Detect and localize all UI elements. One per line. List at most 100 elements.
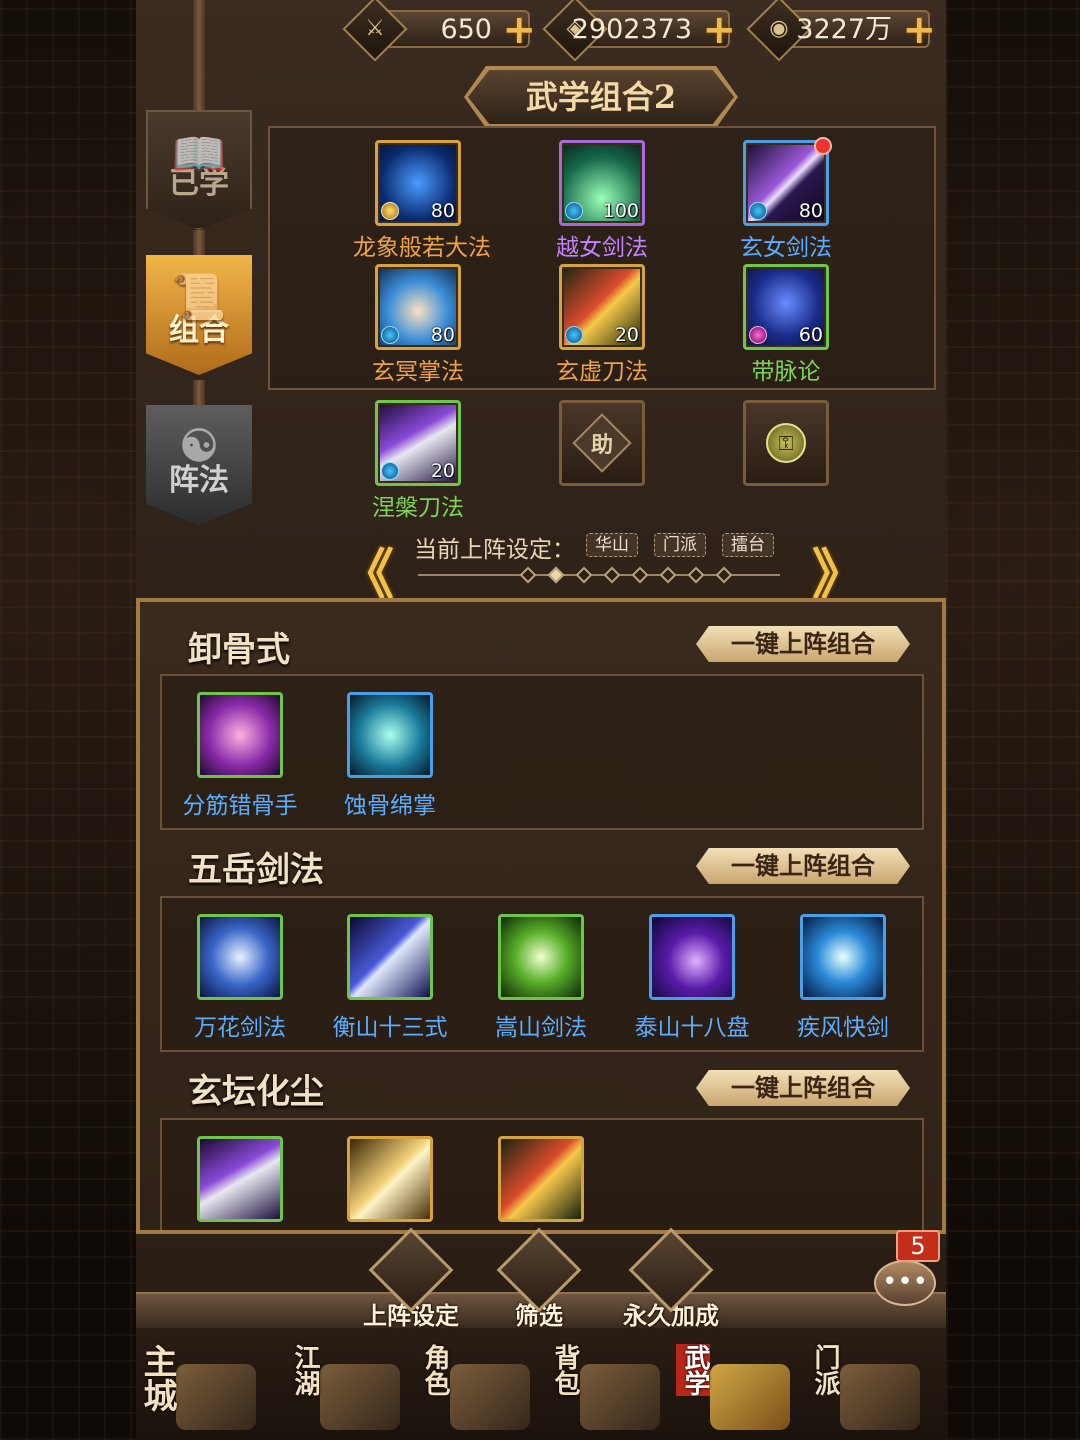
blade-skill-icon: 20 xyxy=(559,264,645,350)
group-skill[interactable]: 嵩山剑法 xyxy=(471,914,611,1042)
blade-skill-icon xyxy=(498,1136,584,1222)
scroll-icon: 📜 xyxy=(171,272,227,323)
chat-button[interactable]: ••• 5 xyxy=(870,1230,940,1310)
group-title: 玄坛化尘 xyxy=(188,1072,324,1112)
group-title: 五岳剑法 xyxy=(188,850,324,890)
sword-skill-icon: 80 xyxy=(743,137,832,226)
skill-name: 万花剑法 xyxy=(194,1015,286,1041)
palm-skill-icon: 80 xyxy=(375,264,461,350)
gem-icon xyxy=(565,326,583,344)
assist-label: 助 xyxy=(590,431,614,458)
blade-skill-icon xyxy=(347,1136,433,1222)
coin-counter[interactable]: ◈ 2902373 + xyxy=(542,0,736,62)
skill-name: 玄女剑法 xyxy=(740,235,832,261)
permanent-bonus-button[interactable]: 永久加成 xyxy=(616,1227,726,1331)
bag-icon xyxy=(580,1364,660,1430)
group-skill[interactable]: 泰山十八盘 xyxy=(622,914,762,1042)
setting-tag-arena: 擂台 xyxy=(722,533,774,557)
add-coin-button[interactable]: + xyxy=(702,10,736,50)
chat-unread-badge: 5 xyxy=(896,1230,940,1262)
hand-skill-icon xyxy=(197,692,283,778)
nav-martial-arts[interactable]: 武学 xyxy=(670,1340,800,1440)
palm-skill-icon xyxy=(347,692,433,778)
add-token-button[interactable]: + xyxy=(502,10,536,50)
tab-combo[interactable]: 📜 组合 xyxy=(146,255,252,375)
combo-slot-5[interactable]: 20 玄虚刀法 xyxy=(537,264,667,386)
tab-rope xyxy=(193,0,205,120)
gem-icon xyxy=(381,202,399,220)
banner-icon xyxy=(320,1364,400,1430)
sword-skill-icon xyxy=(649,914,735,1000)
skill-name: 分筋错骨手 xyxy=(182,793,298,819)
setting-tag-huashan: 华山 xyxy=(586,533,638,557)
group-skill-box: 万花剑法 衡山十三式 嵩山剑法 泰山十八盘 疾风快剑 xyxy=(160,896,924,1052)
silver-counter[interactable]: ◉ 3227万 + xyxy=(746,0,936,62)
group-skill[interactable]: 万花剑法 xyxy=(170,914,310,1042)
skill-name: 带脉论 xyxy=(751,359,821,385)
one-click-deploy-button[interactable]: 一键上阵组合 xyxy=(696,848,910,884)
combo-slot-3[interactable]: 80 玄女剑法 xyxy=(721,137,851,262)
group-title: 卸骨式 xyxy=(188,630,290,670)
nav-main-city[interactable]: 主城 xyxy=(136,1340,266,1440)
skill-name: 龙象般若大法 xyxy=(353,235,491,261)
tab-array[interactable]: ☯ 阵法 xyxy=(146,405,252,525)
chat-icon: ••• xyxy=(874,1260,936,1306)
group-skill[interactable] xyxy=(471,1136,611,1222)
martial-scroll-icon xyxy=(710,1364,790,1430)
deploy-setting-button[interactable]: 上阵设定 xyxy=(356,1227,466,1331)
gem-icon xyxy=(565,202,583,220)
skill-name: 蚀骨绵掌 xyxy=(344,793,436,819)
sword-skill-icon xyxy=(347,914,433,1000)
group-skill[interactable] xyxy=(320,1136,460,1222)
group-skill[interactable]: 疾风快剑 xyxy=(773,914,913,1042)
combo-slot-4[interactable]: 80 玄冥掌法 xyxy=(353,264,483,386)
filter-button[interactable]: 筛选 xyxy=(484,1227,594,1331)
notification-dot xyxy=(814,137,832,155)
assist-slot[interactable]: 助 xyxy=(559,400,645,486)
skill-name: 嵩山剑法 xyxy=(495,1015,587,1041)
skill-name: 玄虚刀法 xyxy=(556,359,648,385)
combo-slot-6[interactable]: 60 带脉论 xyxy=(721,264,851,386)
token-counter[interactable]: ⚔ 650 + xyxy=(342,0,536,62)
city-gate-icon xyxy=(176,1364,256,1430)
gem-icon xyxy=(749,326,767,344)
sword-skill-icon xyxy=(197,914,283,1000)
skill-name: 泰山十八盘 xyxy=(634,1015,750,1041)
group-skill[interactable]: 衡山十三式 xyxy=(320,914,460,1042)
nav-character[interactable]: 角色 xyxy=(410,1340,540,1440)
meridian-skill-icon: 60 xyxy=(743,264,829,350)
yin-yang-icon: ☯ xyxy=(179,421,219,472)
group-skill[interactable]: 蚀骨绵掌 xyxy=(320,692,460,820)
blade-skill-icon: 20 xyxy=(375,400,461,486)
dragon-skill-icon: 80 xyxy=(375,140,461,226)
right-decor-pattern xyxy=(946,0,1080,1440)
locked-slot[interactable]: ⚿ xyxy=(743,400,829,486)
skill-name: 衡山十三式 xyxy=(332,1015,448,1041)
blade-skill-icon xyxy=(197,1136,283,1222)
one-click-deploy-button[interactable]: 一键上阵组合 xyxy=(696,1070,910,1106)
add-silver-button[interactable]: + xyxy=(902,10,936,50)
gem-icon xyxy=(381,462,399,480)
left-decor-pattern xyxy=(0,0,136,1440)
skill-name: 疾风快剑 xyxy=(797,1015,889,1041)
tab-learned[interactable]: 📖 已学 xyxy=(146,110,252,230)
silver-value: 3227万 xyxy=(796,14,892,45)
nav-sect[interactable]: 门派 xyxy=(800,1340,930,1440)
page-title: 武学组合2 xyxy=(468,70,734,124)
nav-bag[interactable]: 背包 xyxy=(540,1340,670,1440)
gem-icon xyxy=(381,326,399,344)
group-skill-box xyxy=(160,1118,924,1230)
group-skill-box: 分筋错骨手 蚀骨绵掌 xyxy=(160,674,924,830)
combo-slot-2[interactable]: 100 越女剑法 xyxy=(537,140,667,262)
current-setting-label: 当前上阵设定： xyxy=(414,537,575,563)
sword-skill-icon xyxy=(800,914,886,1000)
combo-slot-1[interactable]: 80 龙象般若大法 xyxy=(353,140,491,262)
group-skill[interactable]: 分筋错骨手 xyxy=(170,692,310,820)
skill-name: 涅槃刀法 xyxy=(372,495,464,521)
nav-jianghu[interactable]: 江湖 xyxy=(280,1340,410,1440)
group-skill[interactable] xyxy=(170,1136,310,1222)
combo-groups-panel[interactable]: 卸骨式 一键上阵组合 分筋错骨手 蚀骨绵掌 五岳剑法 一键上阵组合 万花剑法 衡… xyxy=(136,598,946,1234)
one-click-deploy-button[interactable]: 一键上阵组合 xyxy=(696,626,910,662)
coin-value: 2902373 xyxy=(571,14,692,45)
combo-slot-7[interactable]: 20 涅槃刀法 xyxy=(353,400,483,522)
